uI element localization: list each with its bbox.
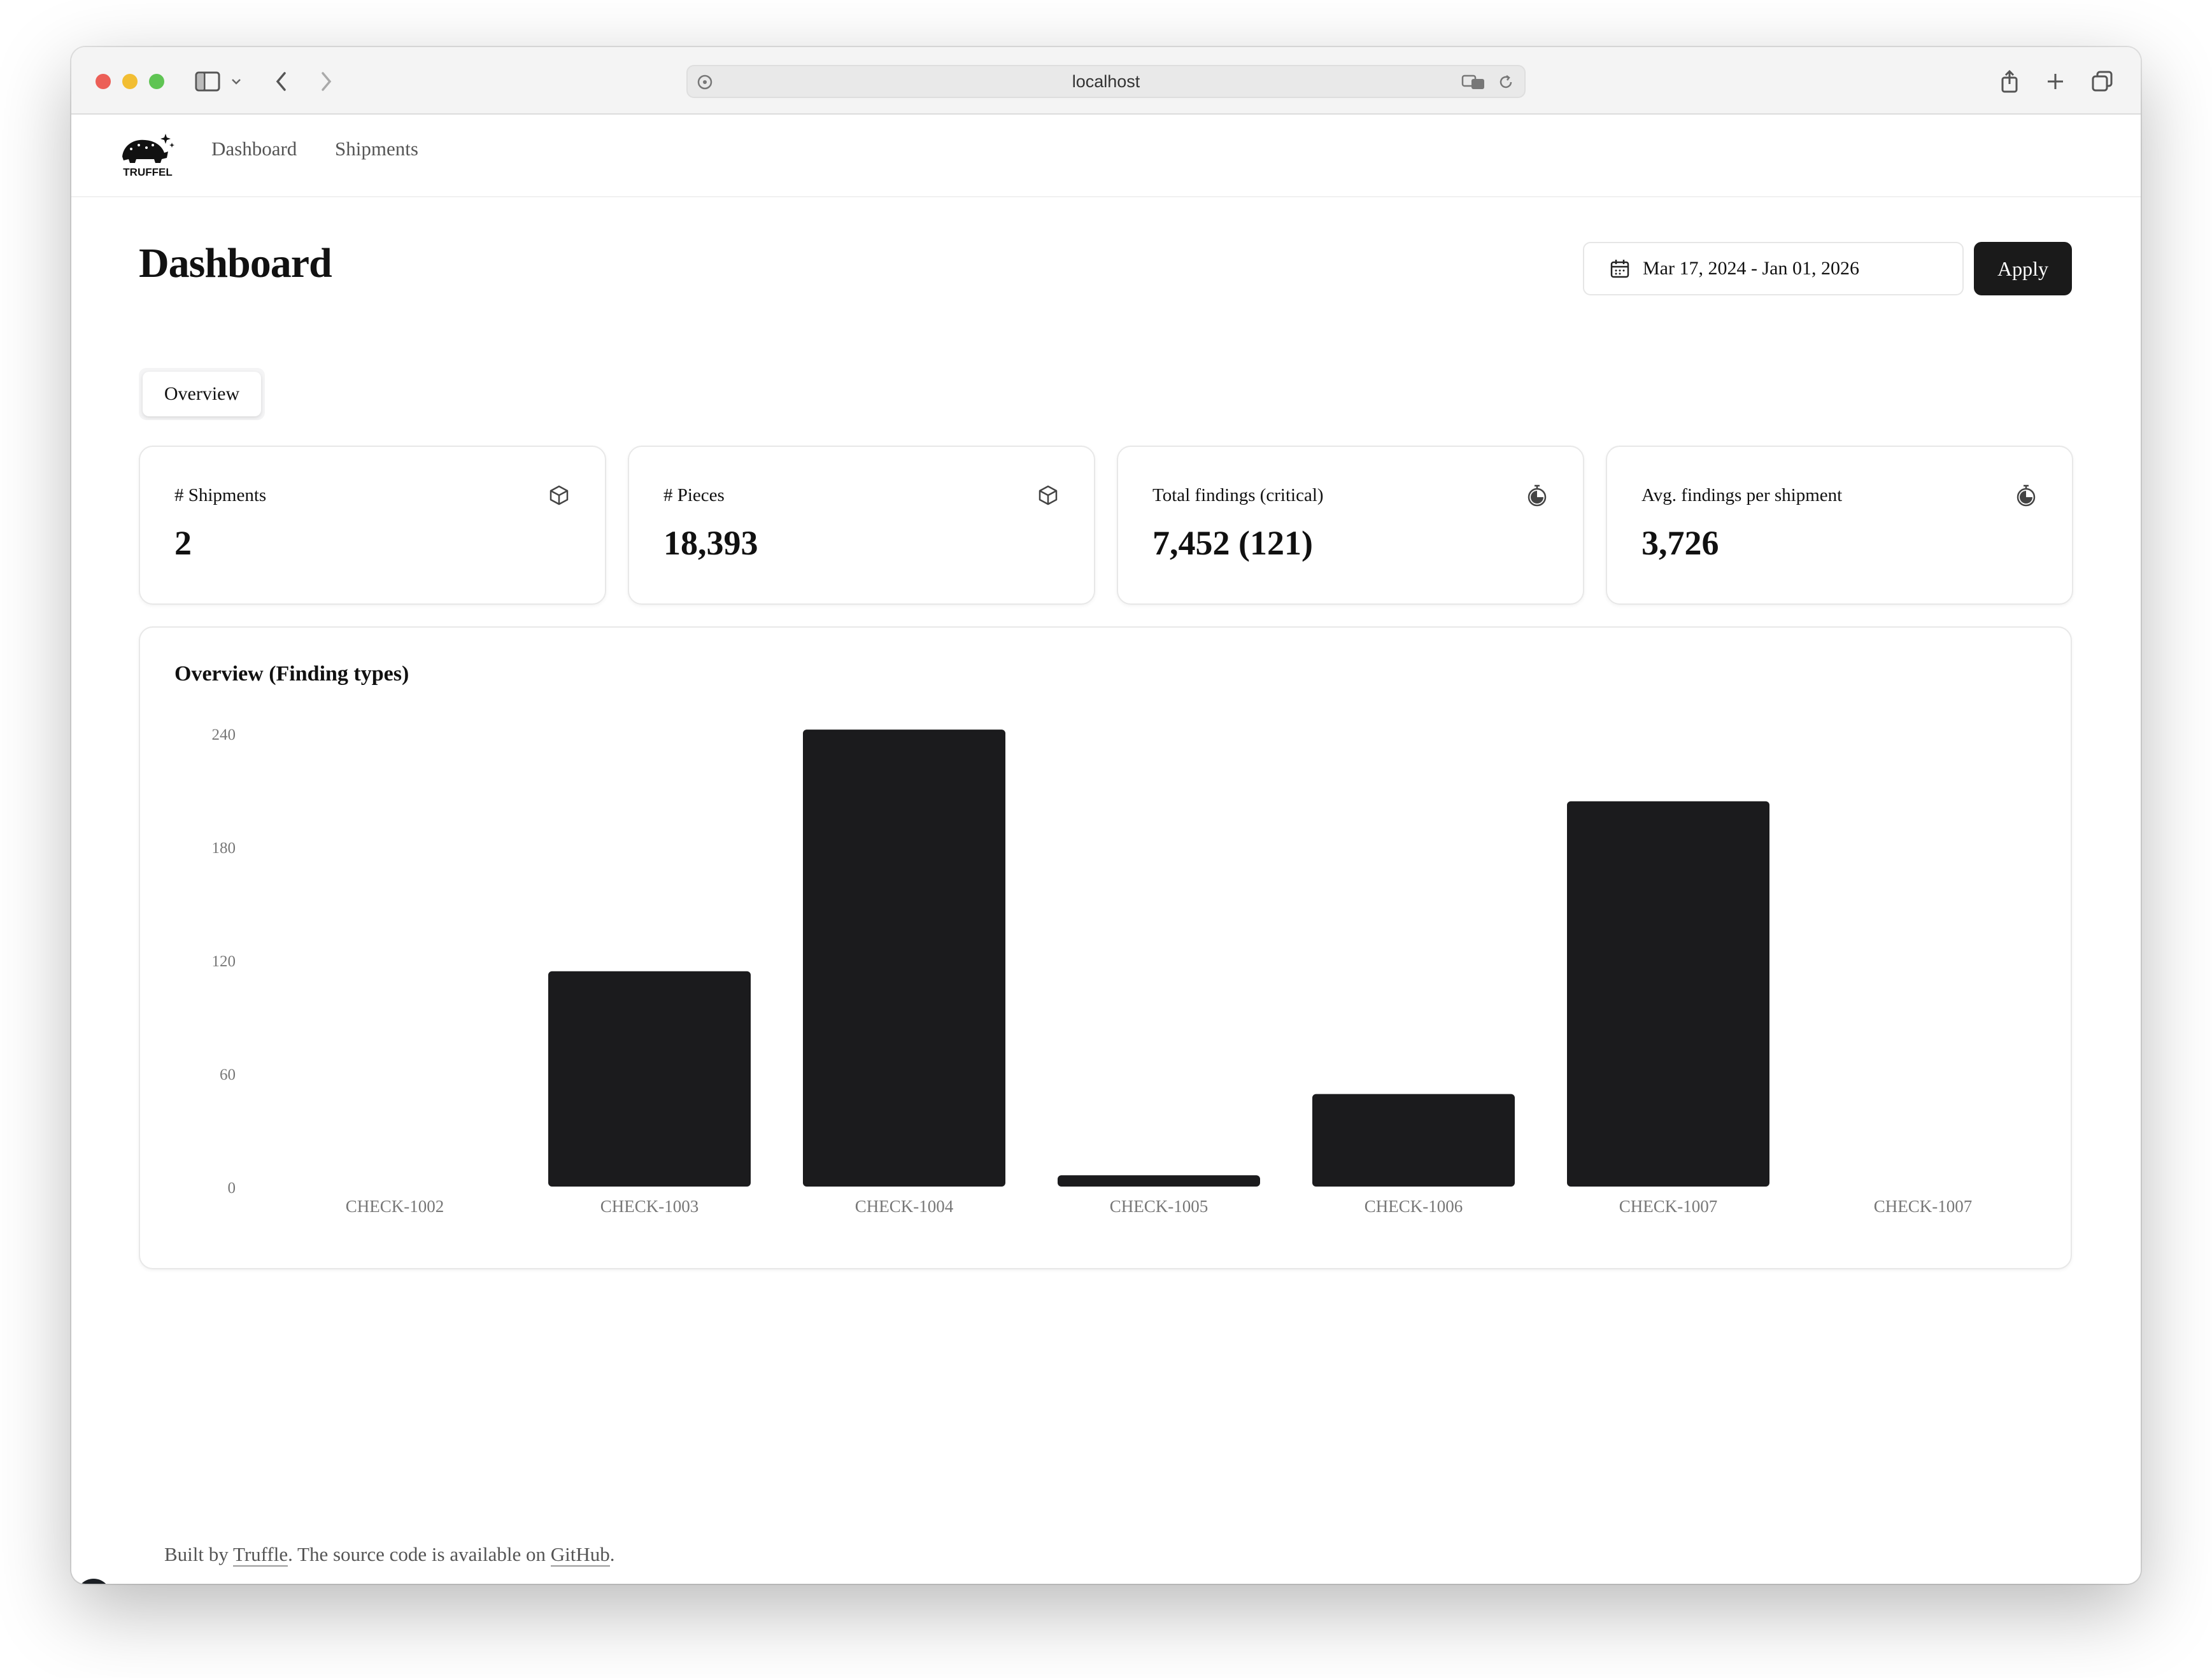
url-text: localhost [1072,71,1140,91]
zoom-window-button[interactable] [149,74,164,89]
calendar-icon [1610,258,1631,279]
x-tick-label: CHECK-1003 [600,1197,699,1216]
finding-types-chart-card: Overview (Finding types) 0 60 120 180 240 CHE… [139,626,2072,1269]
share-icon[interactable] [1994,66,2025,97]
github-link[interactable]: GitHub [550,1543,610,1567]
box-icon [546,483,572,508]
translate-icon[interactable] [1461,71,1486,93]
box-icon [1035,483,1061,508]
footer: Built by Truffle. The source code is ava… [164,1543,615,1567]
footer-prefix: Built by [164,1543,233,1565]
reload-icon[interactable] [1495,71,1517,93]
y-tick-label: 180 [212,840,236,857]
stat-card-pieces: # Pieces 18,393 [628,446,1095,605]
footer-middle: . The source code is available on [288,1543,551,1565]
nav-dashboard-link[interactable]: Dashboard [211,137,297,160]
stat-card-avg-findings: Avg. findings per shipment 3,726 [1606,446,2073,605]
date-range-text: Mar 17, 2024 - Jan 01, 2026 [1643,258,1859,279]
stat-value: 3,726 [1641,524,1719,562]
y-tick-label: 0 [228,1180,236,1197]
finding-types-bar-chart: 0 60 120 180 240 CHECK-1002 CHECK-1003 CHECK-10… [212,726,1973,1216]
browser-toolbar: localhost [71,47,2141,115]
tab-overview-icon[interactable] [2087,66,2118,97]
x-tick-label: CHECK-1004 [855,1197,954,1216]
stat-card-total-findings: Total findings (critical) 7,452 (121) [1117,446,1584,605]
footer-suffix: . [609,1543,615,1565]
minimize-window-button[interactable] [122,74,138,89]
new-tab-icon[interactable] [2040,66,2071,97]
back-icon[interactable] [266,66,297,97]
bar-check-1006[interactable] [1312,1094,1515,1187]
y-tick-label: 60 [220,1066,236,1083]
stat-label: Total findings (critical) [1152,485,1324,505]
stat-label: # Pieces [663,485,725,505]
bar-check-1003[interactable] [548,971,751,1187]
browser-window: localhost TRUFFEL Dashboard Shipments Da… [71,47,2141,1584]
top-navigation: TRUFFEL Dashboard Shipments [71,115,2141,197]
stat-value: 7,452 (121) [1152,524,1313,562]
brand-wordmark: TRUFFEL [123,166,172,178]
page-title: Dashboard [139,240,332,286]
timer-icon [2013,483,2039,508]
bar-check-1005[interactable] [1058,1175,1260,1187]
address-bar[interactable]: localhost [686,65,1526,98]
bar-check-1004[interactable] [803,730,1005,1187]
close-window-button[interactable] [96,74,111,89]
tab-overview[interactable]: Overview [143,372,261,416]
bar-check-1007[interactable] [1567,801,1769,1187]
sidebar-toggle-icon[interactable] [192,66,223,97]
site-settings-icon[interactable] [694,71,716,93]
tab-list: Overview [139,368,265,420]
apply-button[interactable]: Apply [1974,242,2072,295]
x-tick-label: CHECK-1007 [1619,1197,1718,1216]
debug-badge[interactable]: x1 [76,1579,111,1584]
stat-label: Avg. findings per shipment [1641,485,1843,505]
x-tick-label: CHECK-1002 [346,1197,444,1216]
stat-value: 18,393 [663,524,758,562]
y-tick-label: 240 [212,726,236,744]
stat-value: 2 [174,524,192,562]
y-tick-label: 120 [212,953,236,970]
x-tick-label: CHECK-1005 [1110,1197,1209,1216]
stat-label: # Shipments [174,485,267,505]
x-tick-label: CHECK-1006 [1365,1197,1463,1216]
truffle-link[interactable]: Truffle [232,1543,288,1567]
stat-card-shipments: # Shipments 2 [139,446,606,605]
forward-icon[interactable] [311,66,341,97]
nav-shipments-link[interactable]: Shipments [335,137,418,160]
page-content: TRUFFEL Dashboard Shipments Dashboard Ma… [71,115,2141,1584]
truffel-logo[interactable]: TRUFFEL [117,129,178,180]
chevron-down-icon[interactable] [227,66,246,97]
x-tick-label: CHECK-1007 [1874,1197,1973,1216]
timer-icon [1524,483,1550,508]
date-range-picker[interactable]: Mar 17, 2024 - Jan 01, 2026 [1583,242,1964,295]
